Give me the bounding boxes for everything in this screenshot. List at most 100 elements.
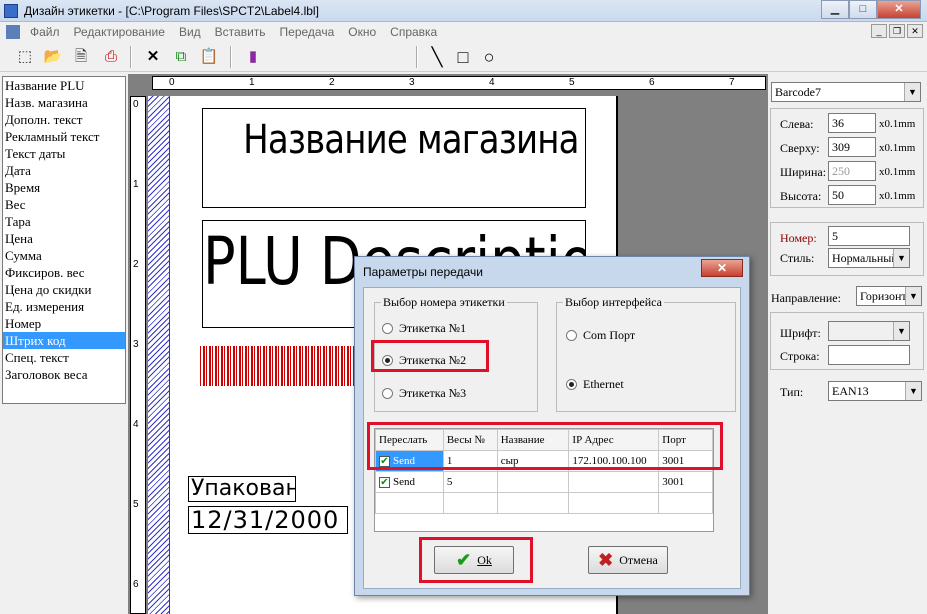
menu-file[interactable]: Файл [30, 25, 60, 39]
list-item[interactable]: Назв. магазина [3, 94, 125, 111]
style-select[interactable]: Нормальный ▼ [828, 248, 910, 268]
list-item[interactable]: Тара [3, 213, 125, 230]
table-row[interactable] [375, 492, 713, 514]
menu-bar: Файл Редактирование Вид Вставить Передач… [0, 22, 927, 42]
ellipse-tool-icon[interactable]: ○ [478, 46, 500, 68]
radio-dot[interactable] [382, 388, 393, 399]
width-input[interactable]: 250 [828, 161, 876, 181]
maximize-button[interactable]: □ [849, 0, 877, 19]
table-cell[interactable] [568, 471, 660, 493]
vertical-ruler: 0 1 2 3 4 5 6 [130, 96, 146, 614]
interface-group: Выбор интерфейса [556, 295, 736, 412]
list-item-selected[interactable]: Штрих код [3, 332, 125, 349]
height-label: Высота: [780, 189, 822, 203]
dialog-close-button[interactable]: ✕ [701, 259, 743, 277]
list-item[interactable]: Рекламный текст [3, 128, 125, 145]
new-icon[interactable]: ⬚ [14, 46, 36, 68]
label-margin-hatch [148, 96, 170, 614]
cut-icon[interactable]: ✕ [142, 46, 164, 68]
cancel-button[interactable]: ✖ Отмена [588, 546, 668, 574]
menu-help[interactable]: Справка [390, 25, 437, 39]
mdi-close-button[interactable]: ✕ [907, 24, 923, 38]
radio-label-3[interactable]: Этикетка №3 [382, 386, 466, 401]
mdi-restore-button[interactable]: ❐ [889, 24, 905, 38]
barcode-object[interactable] [200, 346, 360, 386]
chevron-down-icon[interactable]: ▼ [905, 287, 921, 305]
list-item[interactable]: Сумма [3, 247, 125, 264]
chevron-down-icon[interactable]: ▼ [904, 83, 920, 101]
radio-dot[interactable] [566, 330, 577, 341]
number-input[interactable]: 5 [828, 226, 910, 246]
date-text: 12/31/2000 [191, 506, 340, 534]
field-list[interactable]: Название PLU Назв. магазина Дополн. текс… [2, 76, 126, 404]
ruler-tick: 3 [133, 339, 139, 350]
menu-edit[interactable]: Редактирование [74, 25, 165, 39]
table-cell[interactable] [658, 492, 713, 514]
table-cell[interactable]: 5 [442, 471, 498, 493]
minimize-button[interactable]: ▁ [821, 0, 849, 19]
menu-view[interactable]: Вид [179, 25, 201, 39]
date-object[interactable]: 12/31/2000 [188, 506, 348, 534]
copy-icon[interactable]: ⧉ [170, 46, 192, 68]
table-cell[interactable] [496, 492, 570, 514]
ruler-tick: 0 [169, 77, 175, 88]
radio-dot-selected[interactable] [566, 379, 577, 390]
height-input[interactable]: 50 [828, 185, 876, 205]
radio-com-port[interactable]: Com Порт [566, 328, 635, 343]
app-icon [4, 4, 18, 18]
table-cell[interactable] [442, 492, 498, 514]
chevron-down-icon[interactable]: ▼ [893, 249, 909, 267]
menu-window[interactable]: Окно [348, 25, 376, 39]
mdi-minimize-button[interactable]: _ [871, 24, 887, 38]
left-input[interactable]: 36 [828, 113, 876, 133]
list-item[interactable]: Текст даты [3, 145, 125, 162]
top-input[interactable]: 309 [828, 137, 876, 157]
rectangle-tool-icon[interactable]: □ [452, 46, 474, 68]
radio-dot[interactable] [382, 323, 393, 334]
paste-icon[interactable]: 📋 [198, 46, 220, 68]
list-item[interactable]: Номер [3, 315, 125, 332]
list-item[interactable]: Дата [3, 162, 125, 179]
line-tool-icon[interactable]: ╲ [426, 46, 448, 68]
radio-label-1[interactable]: Этикетка №1 [382, 321, 466, 336]
save-icon[interactable]: 🗎 [70, 46, 92, 68]
chevron-down-icon[interactable]: ▼ [893, 322, 909, 340]
table-cell[interactable]: 3001 [658, 471, 713, 493]
special-text-object[interactable]: Упаковано [188, 476, 296, 502]
list-item[interactable]: Время [3, 179, 125, 196]
table-cell[interactable] [568, 492, 660, 514]
number-label: Номер: [780, 231, 817, 245]
table-cell[interactable] [496, 471, 570, 493]
ruler-tick: 5 [133, 499, 139, 510]
list-item[interactable]: Вес [3, 196, 125, 213]
checkbox-checked[interactable]: ✔ [379, 476, 390, 488]
book-icon[interactable]: ▮ [242, 46, 264, 68]
type-select[interactable]: EAN13 ▼ [828, 381, 922, 401]
store-name-object[interactable]: Название магазина [202, 108, 586, 208]
direction-select[interactable]: Горизонт ▼ [856, 286, 922, 306]
open-icon[interactable]: 📂 [42, 46, 64, 68]
list-item[interactable]: Ед. измерения [3, 298, 125, 315]
line-input[interactable] [828, 345, 910, 365]
unit-label: x0.1mm [879, 190, 916, 202]
close-button[interactable]: ✕ [877, 0, 921, 19]
list-item[interactable]: Дополн. текст [3, 111, 125, 128]
table-row[interactable]: ✔ Send 5 3001 [375, 471, 713, 493]
type-select-value: EAN13 [832, 384, 869, 398]
object-select[interactable]: Barcode7 ▼ [771, 82, 921, 102]
table-cell[interactable] [375, 492, 444, 514]
font-select[interactable]: ▼ [828, 321, 910, 341]
list-item[interactable]: Спец. текст [3, 349, 125, 366]
send-cell[interactable]: ✔ Send [375, 471, 444, 493]
list-item[interactable]: Цена [3, 230, 125, 247]
list-item[interactable]: Цена до скидки [3, 281, 125, 298]
radio-ethernet[interactable]: Ethernet [566, 377, 624, 392]
menu-insert[interactable]: Вставить [215, 25, 266, 39]
transfer-dialog: Параметры передачи ✕ Выбор номера этикет… [354, 256, 750, 596]
list-item[interactable]: Название PLU [3, 77, 125, 94]
chevron-down-icon[interactable]: ▼ [905, 382, 921, 400]
list-item[interactable]: Заголовок веса [3, 366, 125, 383]
list-item[interactable]: Фиксиров. вес [3, 264, 125, 281]
print-icon[interactable]: ⎙ [100, 46, 122, 68]
menu-transfer[interactable]: Передача [280, 25, 335, 39]
